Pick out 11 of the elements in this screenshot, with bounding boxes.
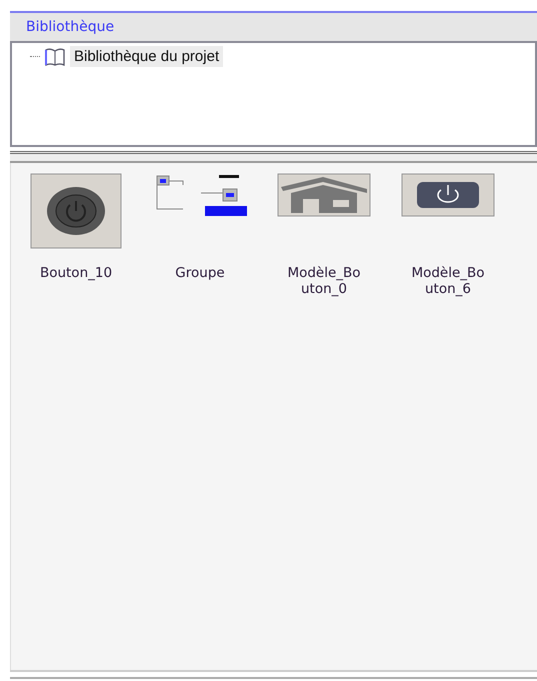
splitter-bar[interactable] — [10, 151, 537, 163]
library-item-label[interactable]: Modèle_Bouton_6 — [410, 265, 486, 297]
book-icon — [44, 46, 66, 66]
library-item-label[interactable]: Modèle_Bouton_0 — [286, 265, 362, 297]
power-button-icon — [30, 173, 122, 249]
library-item-label[interactable]: Groupe — [162, 265, 238, 281]
panel-title: Bibliothèque — [26, 19, 114, 35]
tree-item[interactable]: Bibliothèque du projet — [70, 46, 224, 67]
library-item-label[interactable]: Bouton_10 — [38, 265, 114, 281]
house-icon — [277, 173, 371, 217]
power-switch-icon — [401, 173, 495, 217]
